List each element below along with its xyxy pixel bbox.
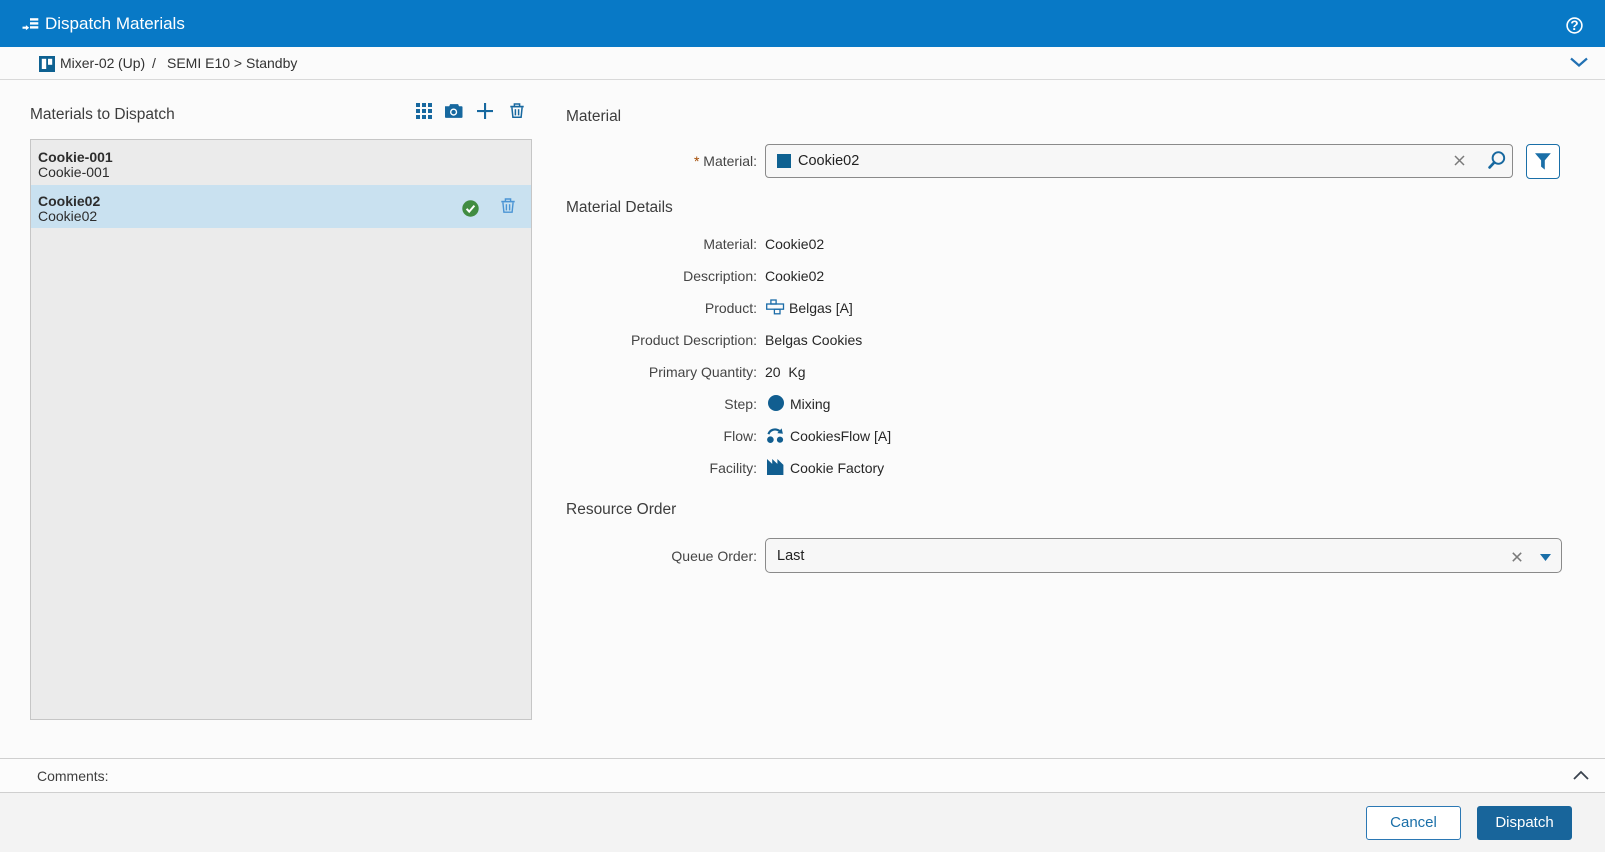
svg-text:?: ? bbox=[1570, 18, 1578, 33]
